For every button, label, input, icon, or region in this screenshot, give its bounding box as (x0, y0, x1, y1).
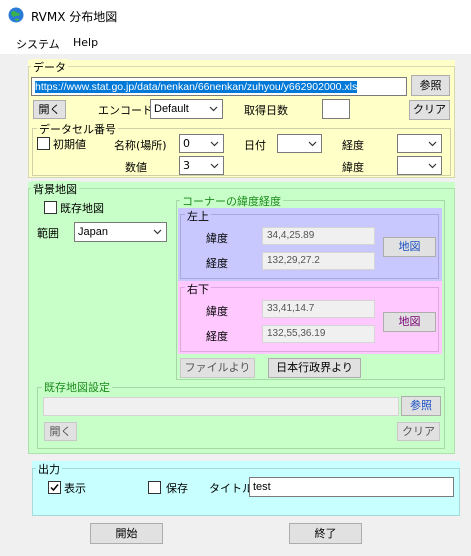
chevron-down-icon (427, 157, 438, 174)
chevron-down-icon (208, 100, 219, 118)
start-button[interactable]: 開始 (90, 523, 163, 544)
fetch-days-label: 取得日数 (244, 104, 288, 117)
title-input-value: test (253, 481, 271, 493)
data-clear-button[interactable]: クリア (409, 100, 450, 120)
encode-select[interactable]: Default (150, 99, 223, 119)
fetch-days-input[interactable] (322, 99, 350, 119)
initial-checkbox[interactable] (37, 137, 50, 150)
top-left-lat-label: 緯度 (206, 232, 228, 245)
existing-settings-title: 既存地図設定 (42, 379, 112, 395)
existing-clear-button[interactable]: クリア (397, 422, 440, 441)
range-value: Japan (78, 226, 108, 238)
admin-boundary-button[interactable]: 日本行政界より (268, 358, 361, 378)
existing-browse-button[interactable]: 参照 (401, 396, 441, 416)
name-place-select[interactable]: 0 (179, 134, 224, 153)
display-label: 表示 (64, 482, 86, 495)
name-place-label: 名称(場所) (114, 139, 167, 152)
longitude-select[interactable] (397, 134, 442, 153)
name-place-value: 0 (183, 137, 190, 150)
url-input-text: https://www.stat.go.jp/data/nenkan/66nen… (35, 81, 358, 93)
chevron-down-icon (307, 135, 318, 152)
menu-system[interactable]: システム (16, 36, 60, 52)
value-select[interactable]: 3 (179, 156, 224, 175)
title-label: タイトル (209, 482, 253, 495)
top-left-panel: 左上 緯度 34,4,25.89 経度 132,29,27.2 地図 (178, 208, 442, 281)
data-group: データ https://www.stat.go.jp/data/nenkan/6… (28, 59, 455, 178)
latitude-select[interactable] (397, 156, 442, 175)
top-left-lat-field[interactable]: 34,4,25.89 (262, 227, 375, 245)
data-open-button[interactable]: 開く (33, 100, 66, 119)
bottom-right-lat-field[interactable]: 33,41,14.7 (262, 300, 375, 318)
existing-map-checkbox[interactable] (44, 201, 57, 214)
bottom-right-lon-field[interactable]: 132,55,36.19 (262, 325, 375, 343)
encode-label: エンコード (98, 104, 153, 117)
url-input[interactable]: https://www.stat.go.jp/data/nenkan/66nen… (31, 77, 407, 96)
window-title: RVMX 分布地図 (31, 10, 118, 24)
bottom-right-panel: 右下 緯度 33,41,14.7 経度 132,55,36.19 地図 (178, 281, 442, 354)
latitude-label: 緯度 (342, 161, 364, 174)
chevron-down-icon (152, 223, 163, 241)
output-group-title: 出力 (36, 461, 62, 477)
date-label: 日付 (244, 139, 266, 152)
chevron-down-icon (209, 157, 220, 174)
chevron-down-icon (427, 135, 438, 152)
corner-group-title: コーナーの緯度経度 (180, 193, 283, 209)
from-file-button[interactable]: ファイルより (180, 358, 255, 378)
background-map-group: 背景地図 既存地図 範囲 Japan コーナーの緯度経度 左上 緯度 34,4,… (28, 181, 455, 454)
top-left-lon-field[interactable]: 132,29,27.2 (262, 252, 375, 270)
title-bar: RVMX 分布地図 (0, 0, 471, 32)
display-checkbox[interactable] (48, 481, 61, 494)
existing-open-button[interactable]: 開く (44, 422, 77, 441)
existing-map-label: 既存地図 (60, 202, 104, 215)
initial-label: 初期値 (53, 138, 86, 151)
existing-path-input[interactable] (43, 397, 399, 416)
bottom-right-title: 右下 (185, 281, 211, 297)
range-select[interactable]: Japan (74, 222, 167, 242)
output-group: 出力 表示 保存 タイトル test (32, 461, 460, 516)
top-left-map-button[interactable]: 地図 (383, 237, 436, 257)
range-label: 範囲 (37, 227, 59, 240)
encode-select-value: Default (154, 103, 189, 115)
data-browse-button[interactable]: 参照 (411, 75, 450, 96)
background-map-title: 背景地図 (31, 181, 79, 197)
top-left-lon-label: 経度 (206, 257, 228, 270)
menu-bar: システム Help (0, 32, 471, 54)
longitude-label: 経度 (342, 139, 364, 152)
cell-group-title: データセル番号 (37, 121, 118, 137)
date-select[interactable] (277, 134, 322, 153)
save-checkbox[interactable] (148, 481, 161, 494)
top-left-title: 左上 (185, 208, 211, 224)
end-button[interactable]: 終了 (289, 523, 362, 544)
bottom-right-lat-label: 緯度 (206, 305, 228, 318)
data-group-title: データ (31, 59, 68, 75)
bottom-right-lon-label: 経度 (206, 330, 228, 343)
chevron-down-icon (209, 135, 220, 152)
app-globe-icon (8, 7, 24, 23)
save-label: 保存 (166, 482, 188, 495)
menu-help[interactable]: Help (73, 36, 98, 49)
checkmark-icon (50, 484, 59, 492)
bottom-right-map-button[interactable]: 地図 (383, 312, 436, 332)
value-label: 数値 (125, 161, 147, 174)
value-value: 3 (183, 159, 190, 172)
title-input[interactable]: test (249, 477, 454, 497)
